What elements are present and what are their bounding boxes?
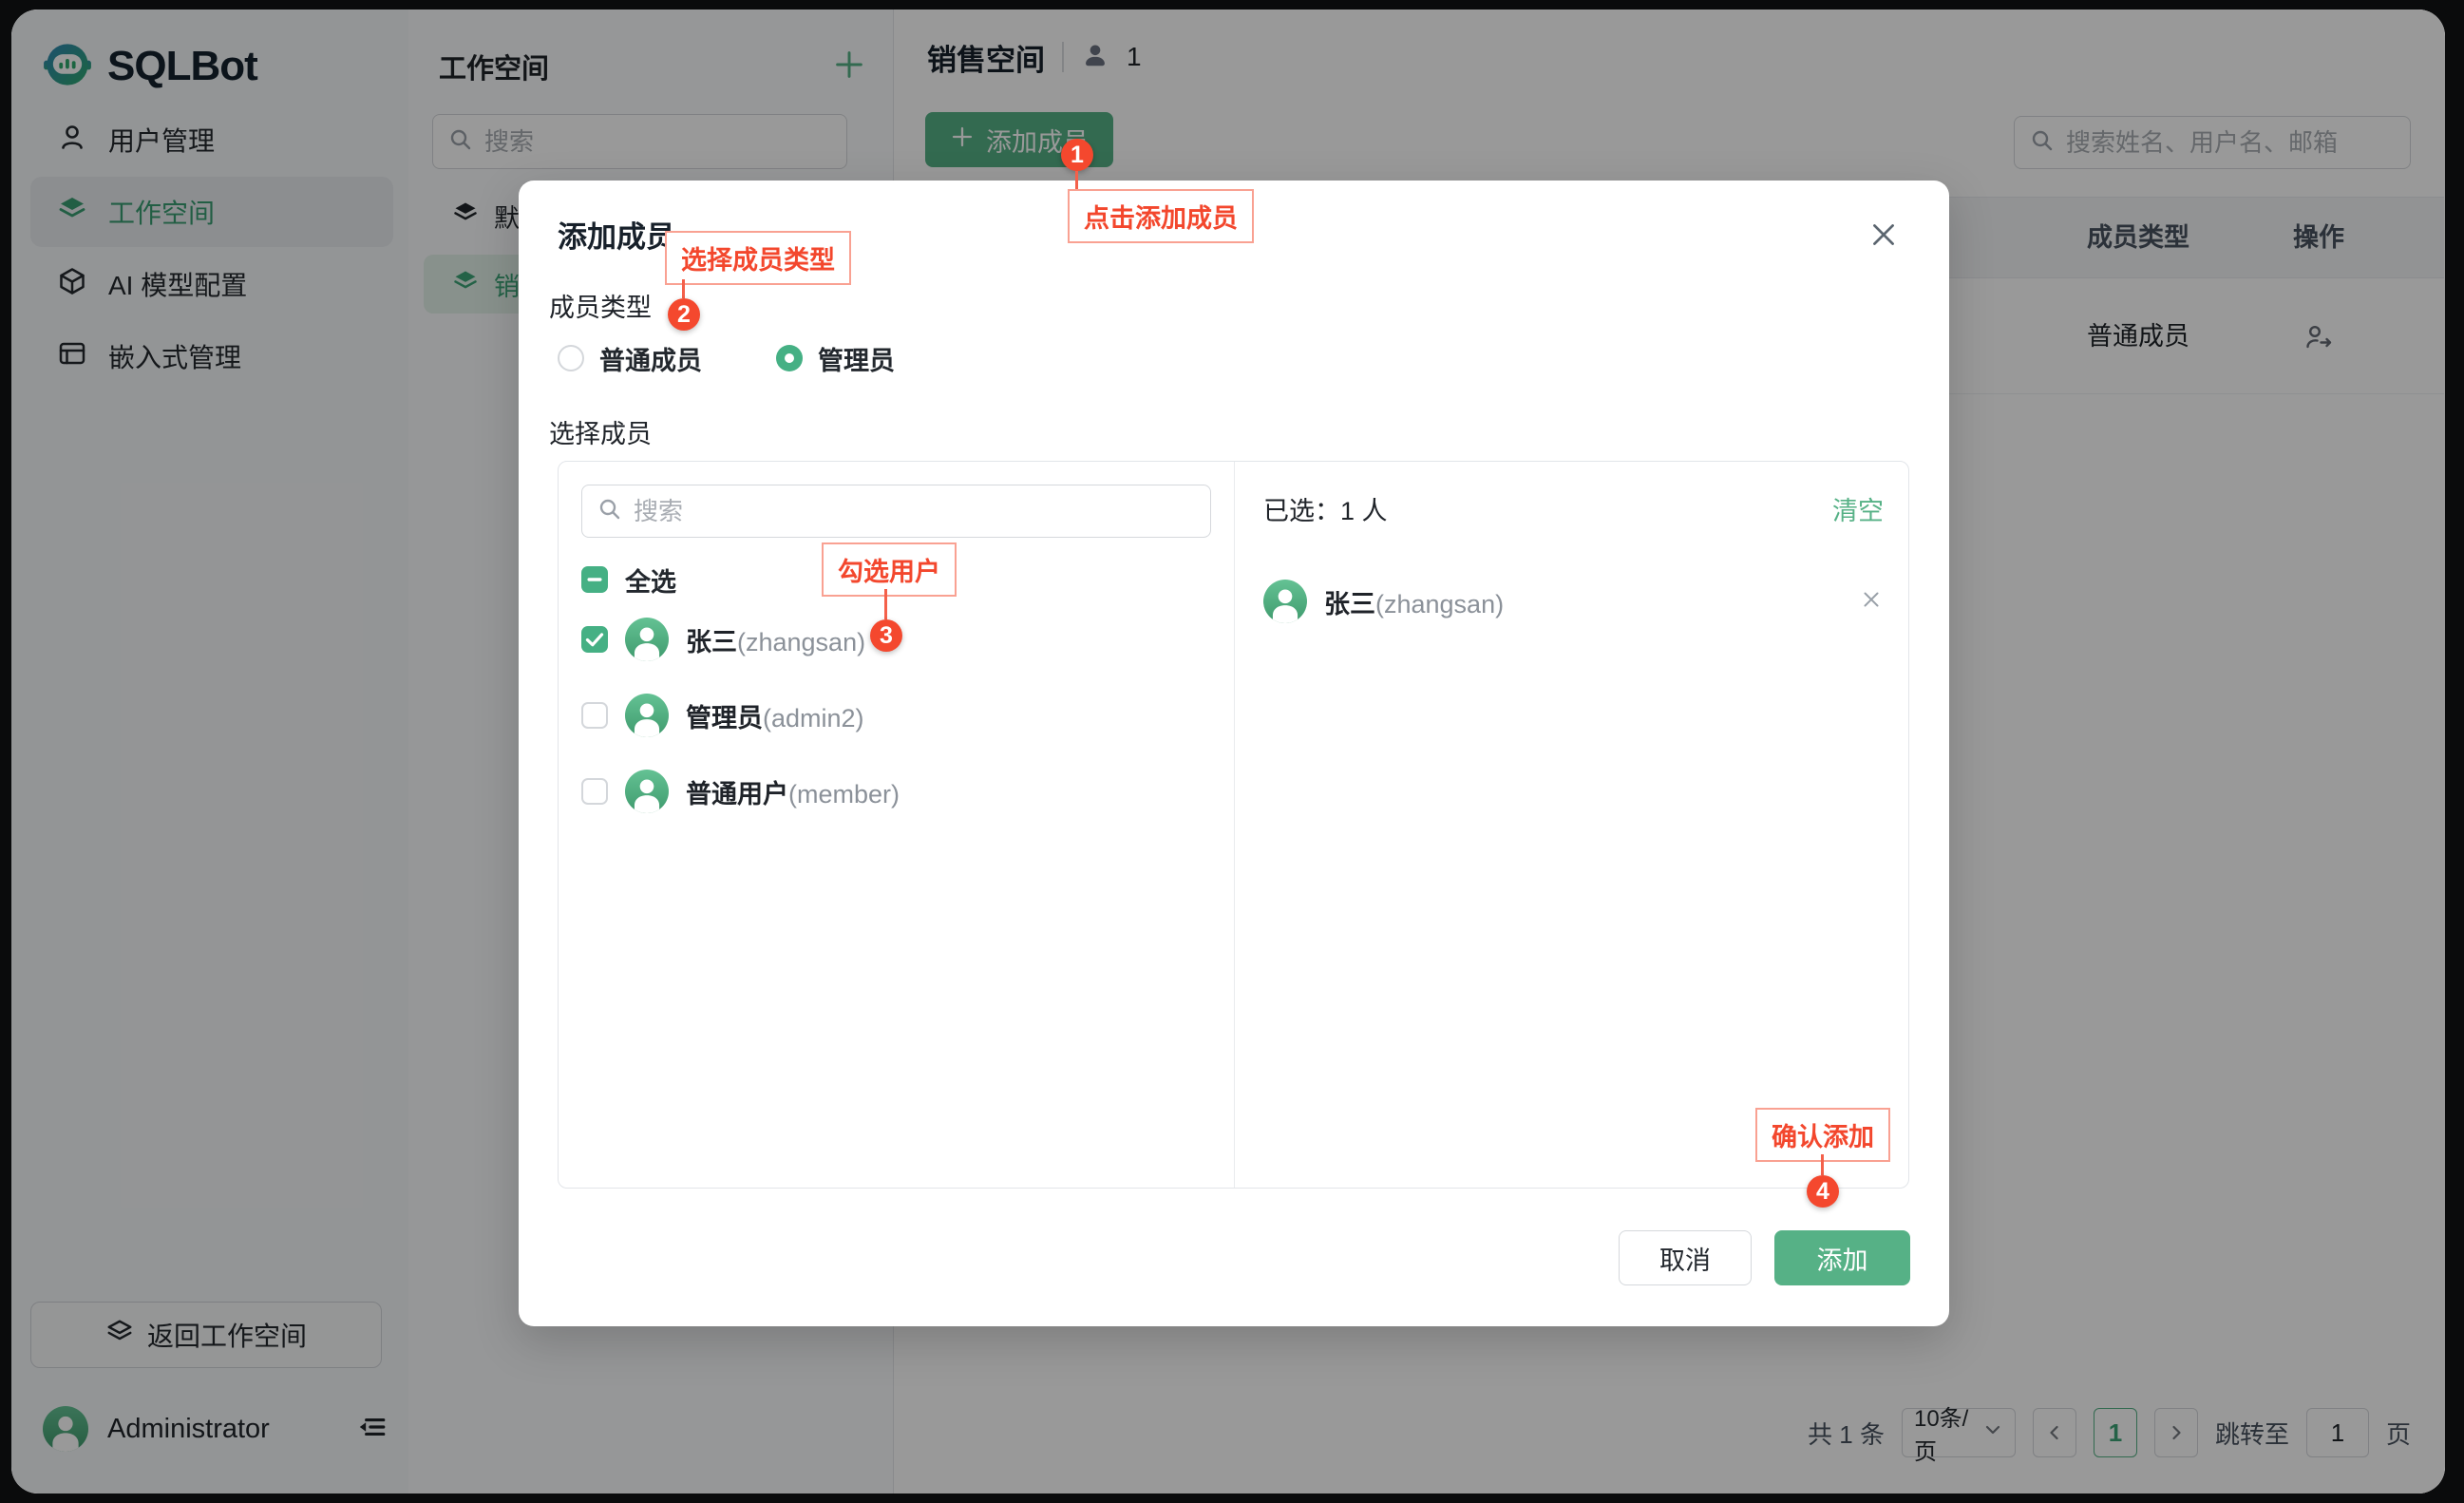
selected-pane: 已选：1 人 清空 张三(zhangsan) <box>1235 462 1908 1188</box>
user-username: (admin2) <box>763 704 864 732</box>
screen: SQLBot 用户管理 工作空间 <box>0 0 2464 1503</box>
avatar <box>625 770 669 813</box>
close-icon[interactable] <box>1867 219 1902 253</box>
user-username: (zhangsan) <box>737 628 865 656</box>
remove-selected-icon[interactable] <box>1859 587 1884 617</box>
user-username: (member) <box>788 780 900 809</box>
annotation-connector <box>1821 1154 1824 1175</box>
user-name: 张三 <box>686 628 737 656</box>
cancel-button[interactable]: 取消 <box>1619 1230 1752 1285</box>
checkbox-empty-icon[interactable] <box>581 702 608 729</box>
user-list-item[interactable]: 管理员(admin2) <box>581 688 1221 743</box>
selected-user-name: 张三 <box>1324 590 1375 618</box>
user-name: 管理员 <box>686 704 763 732</box>
radio-unselected-icon[interactable] <box>558 345 584 371</box>
radio-selected-icon[interactable] <box>776 345 803 371</box>
candidate-search-input[interactable] <box>634 497 1195 526</box>
annotation-click-add-member: 点击添加成员 <box>1068 189 1254 243</box>
app-window: SQLBot 用户管理 工作空间 <box>11 10 2445 1493</box>
radio-label-normal[interactable]: 普通成员 <box>599 340 702 377</box>
annotation-check-user: 勾选用户 <box>822 542 957 597</box>
select-all-label: 全选 <box>625 561 676 599</box>
selected-user-item: 张三(zhangsan) <box>1263 574 1884 629</box>
selected-summary: 已选：1 人 <box>1263 490 1388 527</box>
member-type-radio-group: 普通成员 管理员 <box>558 342 895 374</box>
add-member-modal: 添加成员 成员类型 普通成员 管理员 选择成员 <box>519 181 1949 1326</box>
annotation-connector <box>682 279 685 298</box>
step-badge-2: 2 <box>668 298 700 331</box>
modal-title: 添加成员 <box>558 213 675 256</box>
confirm-add-button[interactable]: 添加 <box>1774 1230 1910 1285</box>
radio-label-admin[interactable]: 管理员 <box>818 340 895 377</box>
member-type-label: 成员类型 <box>549 287 652 324</box>
annotation-connector <box>1075 171 1078 189</box>
step-badge-3: 3 <box>870 619 902 652</box>
member-transfer-panel: 全选 张三(zhangsan) <box>558 461 1909 1189</box>
checkbox-checked-icon[interactable] <box>581 626 608 653</box>
avatar <box>625 694 669 737</box>
candidate-search[interactable] <box>581 485 1211 538</box>
selected-user-username: (zhangsan) <box>1375 590 1504 618</box>
clear-selection-link[interactable]: 清空 <box>1832 490 1884 527</box>
user-name: 普通用户 <box>686 780 788 809</box>
avatar <box>1263 580 1307 623</box>
checkbox-indeterminate-icon[interactable] <box>581 566 608 593</box>
select-member-label: 选择成员 <box>549 413 652 450</box>
annotation-choose-member-type: 选择成员类型 <box>665 231 851 285</box>
step-badge-4: 4 <box>1807 1175 1839 1208</box>
user-list-item[interactable]: 普通用户(member) <box>581 764 1221 819</box>
avatar <box>625 618 669 661</box>
select-all-row[interactable]: 全选 <box>581 561 676 599</box>
annotation-connector <box>884 589 887 619</box>
checkbox-empty-icon[interactable] <box>581 778 608 805</box>
step-badge-1: 1 <box>1061 139 1093 171</box>
search-icon <box>597 497 622 526</box>
